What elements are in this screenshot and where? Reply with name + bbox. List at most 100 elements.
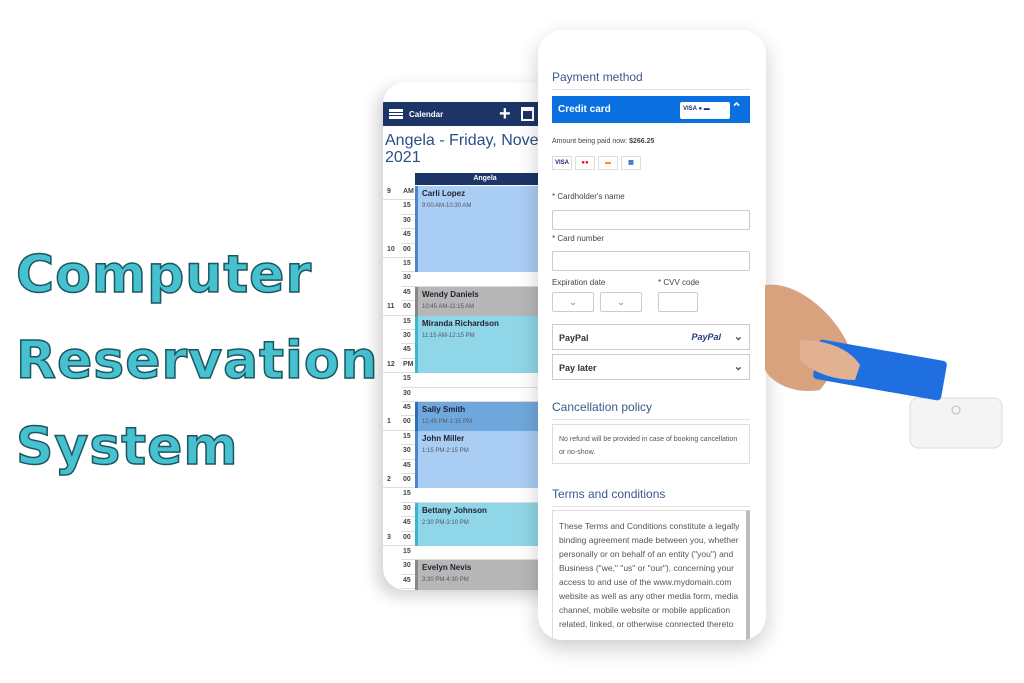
appointment-name: Bettany Johnson — [422, 505, 487, 515]
payment-phone: Payment method Credit card VISA ● ▬ ⌃ Am… — [538, 30, 766, 640]
expiration-year-select[interactable]: ⌄ — [600, 292, 642, 312]
minute-label: 30 — [403, 389, 411, 397]
title-line: Computer — [15, 244, 313, 306]
appointment[interactable]: Wendy Daniels 10:45 AM-11:15 AM — [415, 286, 553, 316]
calendar-app-bar: Calendar + — [383, 102, 553, 126]
title-line: Reservation — [15, 330, 379, 392]
chevron-down-icon[interactable]: ⌄ — [734, 330, 743, 343]
calendar-icon[interactable] — [521, 107, 534, 121]
payment-method-heading: Payment method — [552, 70, 750, 90]
terms-text[interactable]: These Terms and Conditions constitute a … — [552, 510, 750, 640]
credit-card-accordion[interactable]: Credit card VISA ● ▬ ⌃ — [552, 96, 750, 123]
heading-line: 2021 — [385, 149, 421, 166]
minute-label: 45 — [403, 288, 411, 296]
hour-label: 3 — [387, 533, 391, 541]
minute-label: 15 — [403, 490, 411, 498]
minute-label: 30 — [403, 447, 411, 455]
appointment-time: 2:30 PM-3:10 PM — [422, 519, 469, 526]
appointment-time: 1:15 PM-2:15 PM — [422, 447, 469, 454]
appointment-time: 12:45 PM-1:15 PM — [422, 419, 473, 425]
minute-label: 45 — [403, 346, 411, 354]
minute-label: 45 — [403, 519, 411, 527]
app-title: Calendar — [409, 109, 444, 119]
card-logos: VISA ● ▬ — [680, 102, 730, 119]
minute-label: 45 — [403, 231, 411, 239]
appointment[interactable]: Sally Smith 12:45 PM-1:15 PM — [415, 402, 553, 431]
minute-label: 45 — [403, 576, 411, 584]
time-slot[interactable]: 30 — [383, 388, 553, 402]
minute-label: 15 — [403, 317, 411, 325]
pay-later-label: Pay later — [559, 363, 597, 373]
appointment-name: Carli Lopez — [422, 189, 466, 198]
expiration-label: Expiration date — [552, 278, 606, 287]
appointment-time: 10:45 AM-11:15 AM — [422, 303, 475, 310]
cvv-input[interactable] — [658, 292, 698, 312]
appointment[interactable]: Evelyn Nevis 3:30 PM-4:30 PM — [415, 560, 553, 590]
card-number-input[interactable] — [552, 251, 750, 271]
minute-label: PM — [403, 360, 414, 368]
appointment-name: Sally Smith — [422, 405, 466, 414]
time-slot[interactable]: 30 — [383, 272, 553, 287]
title-line: System — [15, 416, 239, 478]
hour-label: 11 — [387, 303, 395, 311]
paypal-label: PayPal — [559, 333, 589, 343]
cvv-label: * CVV code — [658, 278, 700, 287]
cardholder-label: * Cardholder's name — [552, 192, 625, 201]
appointment[interactable]: Carli Lopez 9:00 AM-10:30 AM — [415, 186, 553, 273]
terms-heading: Terms and conditions — [552, 487, 750, 507]
minute-label: 15 — [403, 548, 411, 555]
hour-label: 10 — [387, 245, 395, 253]
hour-label: 1 — [387, 418, 391, 426]
cancellation-text: No refund will be provided in case of bo… — [552, 424, 750, 464]
minute-label: 00 — [403, 303, 411, 311]
column-header: Angela — [415, 173, 553, 185]
expiration-month-select[interactable]: ⌄ — [552, 292, 594, 312]
credit-card-label: Credit card — [558, 104, 611, 115]
calendar-heading: Angela - Friday, Novembe 2021 — [385, 132, 553, 166]
paypal-accordion[interactable]: PayPal PayPal ⌄ — [552, 324, 750, 350]
minute-label: 45 — [403, 404, 411, 411]
appointment-time: 11:15 AM-12:15 PM — [422, 332, 475, 339]
cardholder-name-input[interactable] — [552, 210, 750, 230]
amount-value: $266.25 — [629, 138, 655, 145]
time-slot[interactable]: 15 — [383, 488, 553, 503]
time-slot[interactable]: 15 — [383, 546, 553, 561]
minute-label: 15 — [403, 375, 411, 383]
amount-label: Amount being paid now: — [552, 138, 628, 145]
chevron-down-icon[interactable]: ⌄ — [734, 360, 743, 373]
minute-label: AM — [403, 188, 414, 195]
appointment[interactable]: Bettany Johnson 2:30 PM-3:10 PM — [415, 502, 553, 546]
time-slot[interactable]: 15 — [383, 373, 553, 388]
appointment-time: 3:30 PM-4:30 PM — [422, 577, 469, 584]
pay-later-accordion[interactable]: Pay later ⌄ — [552, 354, 750, 380]
appointment-name: Evelyn Nevis — [422, 563, 472, 573]
minute-label: 30 — [403, 562, 411, 570]
menu-icon[interactable] — [389, 109, 403, 119]
appointment-name: Wendy Daniels — [422, 289, 479, 299]
minute-label: 00 — [403, 418, 411, 426]
chevron-up-icon[interactable]: ⌃ — [731, 100, 742, 116]
visa-icon: VISA — [552, 156, 572, 170]
appointment-name: John Miller — [422, 433, 465, 443]
appointment-name: Miranda Richardson — [422, 318, 499, 328]
appointment[interactable]: John Miller 1:15 PM-2:15 PM — [415, 430, 553, 489]
page-title: Computer Reservation System — [15, 232, 379, 490]
minute-label: 30 — [403, 274, 411, 282]
plus-icon[interactable]: + — [499, 102, 511, 126]
minute-label: 30 — [403, 504, 411, 512]
appointment-time: 9:00 AM-10:30 AM — [422, 203, 472, 209]
hour-label: 12 — [387, 360, 395, 368]
minute-label: 00 — [403, 245, 411, 253]
minute-label: 45 — [403, 461, 411, 469]
appointment[interactable]: Miranda Richardson 11:15 AM-12:15 PM — [415, 315, 553, 374]
cancellation-heading: Cancellation policy — [552, 400, 750, 420]
paypal-logo: PayPal — [691, 332, 721, 342]
hand-card-reader-image — [765, 284, 1003, 449]
card-brand-icons: VISA ●● ▬ ▦ — [552, 156, 644, 170]
minute-label: 15 — [403, 202, 411, 210]
heading-line: Angela - Friday, Novembe — [385, 132, 553, 149]
minute-label: 15 — [403, 260, 411, 267]
amex-icon: ▦ — [621, 156, 641, 170]
card-number-label: * Card number — [552, 234, 605, 243]
discover-icon: ▬ — [598, 156, 618, 170]
